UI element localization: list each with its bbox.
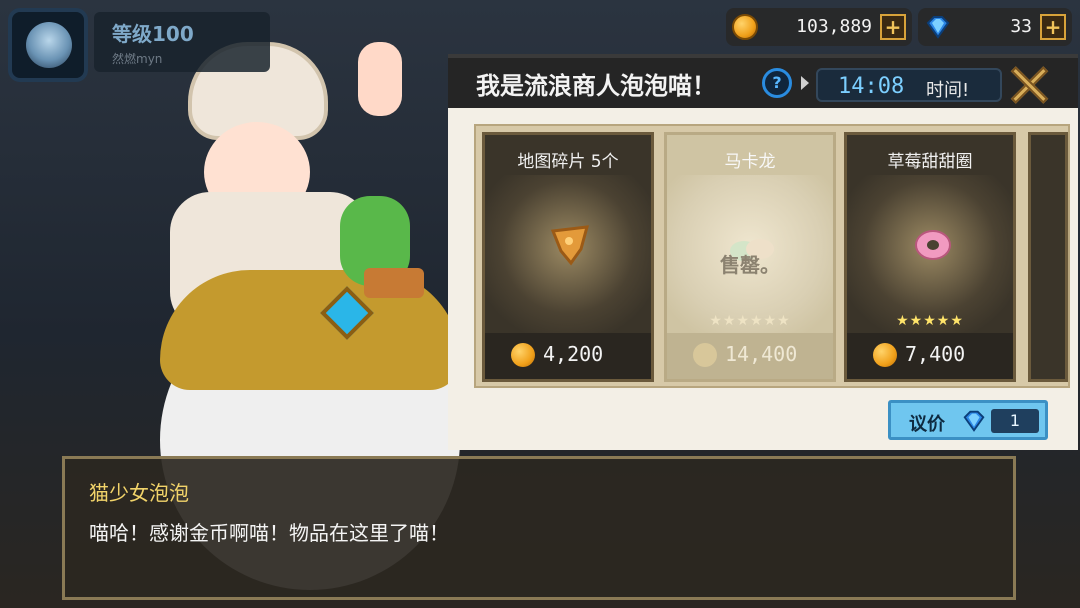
dialogue-box[interactable]: 猫少女泡泡 喵哈！感谢金币啊喵！物品在这里了喵！ [62, 456, 1016, 600]
diamond-icon [963, 410, 985, 432]
item-price: 14,400 [725, 342, 798, 366]
gold-counter: 103,889 + [726, 8, 912, 46]
shop-item-macaron: 马卡龙 售罄。 ★★★★★★ 14,400 [664, 132, 836, 382]
gold-coin-icon [873, 343, 897, 367]
gold-coin-icon [511, 343, 535, 367]
gold-amount: 103,889 [796, 16, 872, 37]
shop-item-map-fragment[interactable]: 地图碎片 5个 4,200 [482, 132, 654, 382]
shop-item-strawberry-donut[interactable]: 草莓甜甜圈 ★★★★★ 7,400 [844, 132, 1016, 382]
item-price-bar: 4,200 [485, 333, 651, 379]
arrow-right-icon [801, 76, 809, 90]
gold-coin-icon [693, 343, 717, 367]
shop-header: 我是流浪商人泡泡喵！ ? 14:08 时间! [448, 54, 1078, 108]
gem-counter: 33 + [918, 8, 1072, 46]
cactus-pot [364, 268, 424, 298]
item-rating: ★★★★★ [896, 313, 964, 329]
level-panel: 等级100 然燃myn [94, 12, 270, 72]
help-icon[interactable]: ? [762, 68, 792, 98]
item-name: 马卡龙 [724, 152, 776, 172]
avatar[interactable] [8, 8, 88, 82]
player-level: 等级100 [112, 22, 194, 46]
map-fragment-icon [550, 225, 590, 266]
speaker-name: 猫少女泡泡 [89, 481, 189, 505]
item-rating: ★★★★★★ [709, 313, 791, 329]
player-info[interactable]: 等级100 然燃myn [8, 8, 270, 82]
bargain-label: 议价 [909, 414, 945, 435]
sold-out-label: 售罄。 [720, 253, 780, 277]
bargain-button[interactable]: 议价 1 [888, 400, 1048, 440]
item-price: 7,400 [905, 342, 966, 366]
item-name: 地图碎片 5个 [517, 152, 619, 172]
shop-item-list[interactable]: 地图碎片 5个 4,200 马卡龙 售罄。 ★★★★★★ 14,400 草莓甜甜… [474, 124, 1070, 388]
diamond-icon [926, 16, 950, 39]
raised-hand [358, 42, 402, 116]
item-price: 4,200 [543, 342, 604, 366]
bargain-cost: 1 [991, 409, 1039, 433]
item-price-bar: 7,400 [847, 333, 1013, 379]
item-price-bar: 14,400 [667, 333, 833, 379]
gold-coin-icon [732, 14, 758, 40]
timer-label: 时间! [926, 80, 970, 101]
add-gold-button[interactable]: + [880, 14, 906, 40]
avatar-image [26, 22, 72, 68]
shop-timer: 14:08 时间! [816, 68, 1002, 102]
add-gems-button[interactable]: + [1040, 14, 1066, 40]
shop-title: 我是流浪商人泡泡喵！ [476, 72, 716, 100]
timer-value: 14:08 [838, 74, 905, 99]
gem-amount: 33 [1010, 16, 1032, 37]
merchant-shop-panel: 我是流浪商人泡泡喵！ ? 14:08 时间! 地图碎片 5个 4,200 马卡龙… [448, 54, 1078, 450]
close-icon[interactable] [1008, 64, 1050, 104]
shop-item-partial[interactable] [1028, 132, 1068, 382]
item-name: 草莓甜甜圈 [887, 152, 973, 172]
game-scene: 等级100 然燃myn 103,889 + 33 + 我是流浪商人泡泡喵！ ? … [0, 0, 1080, 608]
donut-icon [915, 230, 951, 260]
dialogue-text: 喵哈！感谢金币啊喵！物品在这里了喵！ [89, 521, 449, 545]
player-name: 然燃myn [112, 52, 163, 66]
